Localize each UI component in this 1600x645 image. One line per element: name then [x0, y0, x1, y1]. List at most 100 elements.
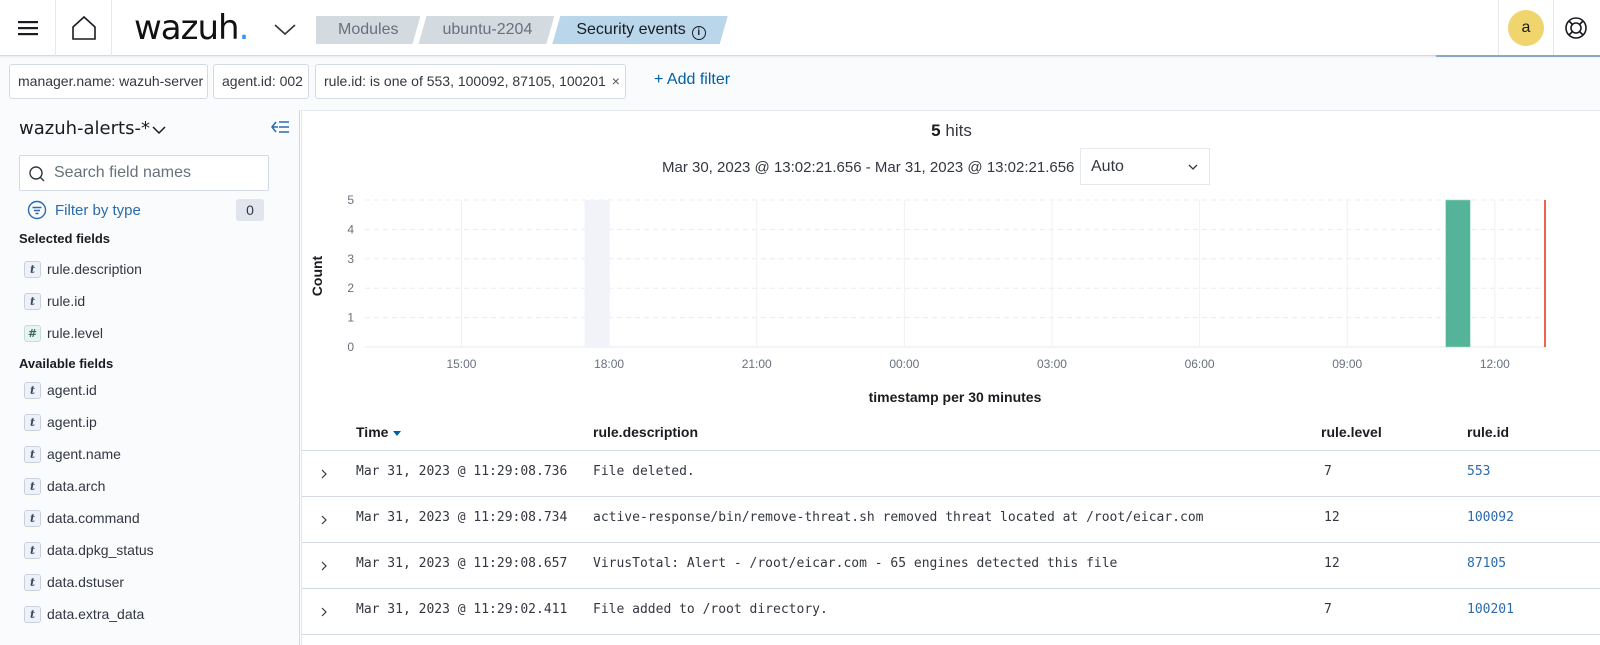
lifebuoy-icon[interactable] — [1562, 14, 1590, 42]
field-item[interactable]: t rule.description — [24, 259, 142, 279]
breadcrumb-label: Modules — [338, 21, 399, 38]
hamburger-icon — [17, 21, 38, 36]
info-icon[interactable]: i — [692, 26, 706, 40]
chevron-right-icon[interactable] — [318, 559, 330, 573]
chevron-right-icon[interactable] — [318, 513, 330, 527]
filter-pill-rule-id[interactable]: rule.id: is one of 553, 100092, 87105, 1… — [315, 64, 626, 99]
histogram-chart: 0 1 2 3 4 5 15:00 18:00 21:00 00:00 03:00 06:00 09:… — [309, 193, 1546, 405]
chevron-down-icon[interactable] — [151, 122, 167, 138]
collapse-sidebar-icon[interactable] — [270, 118, 290, 136]
chevron-right-icon[interactable] — [318, 467, 330, 481]
rule-id-link[interactable]: 553 — [1467, 464, 1490, 479]
interval-value: Auto — [1091, 158, 1124, 175]
filter-icon — [27, 200, 47, 220]
level-cell: 7 — [1324, 464, 1332, 479]
home-button[interactable] — [56, 0, 112, 56]
logo-text: wazuh — [134, 8, 240, 48]
index-pattern-selector[interactable]: wazuh-alerts-* — [19, 118, 150, 139]
filter-by-type-button[interactable]: Filter by type — [27, 198, 141, 222]
search-icon — [29, 166, 45, 182]
close-icon[interactable]: × — [612, 73, 620, 89]
x-tick-label: 00:00 — [889, 357, 919, 371]
filter-pill-label: agent.id: 002 — [222, 73, 303, 89]
y-tick-label: 3 — [347, 252, 354, 266]
x-tick-label: 15:00 — [446, 357, 476, 371]
add-filter-button[interactable]: + Add filter — [654, 71, 730, 89]
available-fields-title: Available fields — [19, 356, 114, 371]
field-item[interactable]: # rule.level — [24, 323, 103, 343]
hover-band — [584, 200, 610, 347]
field-item[interactable]: t data.extra_data — [24, 604, 144, 624]
rule-id-link[interactable]: 100201 — [1467, 602, 1514, 617]
field-name: agent.name — [47, 446, 121, 462]
wazuh-logo[interactable]: wazuh. — [134, 8, 249, 48]
time-cell: Mar 31, 2023 @ 11:29:02.411 — [356, 602, 568, 617]
string-type-icon: t — [24, 541, 41, 559]
level-cell: 12 — [1324, 556, 1340, 571]
search-field-names — [19, 155, 269, 191]
field-item[interactable]: t agent.ip — [24, 412, 97, 432]
rule-id-link[interactable]: 100092 — [1467, 510, 1514, 525]
filter-pill-agent-id[interactable]: agent.id: 002 — [213, 64, 309, 99]
field-item[interactable]: t data.command — [24, 508, 140, 528]
field-item[interactable]: t data.dpkg_status — [24, 540, 154, 560]
avatar[interactable]: a — [1508, 10, 1544, 46]
breadcrumb-modules[interactable]: Modules — [316, 16, 420, 44]
filter-pill-manager-name[interactable]: manager.name: wazuh-server — [9, 64, 208, 99]
breadcrumb-agent[interactable]: ubuntu-2204 — [418, 16, 554, 44]
x-tick-label: 21:00 — [742, 357, 772, 371]
y-axis-label: Count — [309, 255, 325, 296]
chevron-down-icon — [1188, 164, 1198, 170]
field-name: rule.description — [47, 261, 142, 277]
description-cell: VirusTotal: Alert - /root/eicar.com - 65… — [593, 556, 1118, 571]
hits-label: hits — [940, 121, 972, 140]
filter-pill-label: manager.name: wazuh-server — [18, 73, 204, 89]
field-name: agent.ip — [47, 414, 97, 430]
x-tick-label: 03:00 — [1037, 357, 1067, 371]
column-header-rule-level[interactable]: rule.level — [1321, 424, 1382, 440]
time-range: Mar 30, 2023 @ 13:02:21.656 - Mar 31, 20… — [662, 159, 1075, 176]
breadcrumb-security-events[interactable]: Security events i — [552, 16, 727, 44]
hits-number: 5 — [931, 121, 941, 140]
field-item[interactable]: t agent.name — [24, 444, 121, 464]
table-row: Mar 31, 2023 @ 11:29:02.411 File added t… — [302, 589, 1600, 635]
field-name: rule.id — [47, 293, 86, 309]
field-name: data.dstuser — [47, 574, 125, 590]
field-item[interactable]: t data.dstuser — [24, 572, 124, 592]
time-cell: Mar 31, 2023 @ 11:29:08.734 — [356, 510, 568, 525]
field-item[interactable]: t agent.id — [24, 380, 97, 400]
number-type-icon: # — [24, 324, 41, 342]
interval-select[interactable]: Auto — [1080, 148, 1210, 185]
breadcrumb-label: ubuntu-2204 — [442, 21, 533, 38]
table-row: Mar 31, 2023 @ 11:29:08.657 VirusTotal: … — [302, 543, 1600, 589]
field-item[interactable]: t data.arch — [24, 476, 105, 496]
column-header-rule-description[interactable]: rule.description — [593, 424, 698, 440]
time-cell: Mar 31, 2023 @ 11:29:08.736 — [356, 464, 568, 479]
column-header-time[interactable]: Time — [356, 424, 402, 440]
field-item[interactable]: t rule.id — [24, 291, 85, 311]
user-menu: a — [1498, 0, 1554, 56]
time-cell: Mar 31, 2023 @ 11:29:08.657 — [356, 556, 568, 571]
y-tick-label: 5 — [347, 193, 354, 207]
x-tick-label: 18:00 — [594, 357, 624, 371]
menu-button[interactable] — [0, 0, 56, 56]
column-header-rule-id[interactable]: rule.id — [1467, 424, 1509, 440]
chevron-right-icon[interactable] — [318, 605, 330, 619]
search-input[interactable] — [54, 156, 264, 190]
x-tick-label: 09:00 — [1332, 357, 1362, 371]
documents-table: Time rule.description rule.level rule.id… — [302, 416, 1600, 635]
field-name: agent.id — [47, 382, 97, 398]
chevron-down-icon[interactable] — [272, 16, 298, 42]
field-name: rule.level — [47, 325, 104, 341]
field-sidebar: wazuh-alerts-* Filter by type 0 Selected… — [0, 110, 300, 645]
breadcrumb: Modules ubuntu-2204 Security events i — [316, 16, 726, 44]
description-cell: File deleted. — [593, 464, 695, 479]
rule-id-link[interactable]: 87105 — [1467, 556, 1506, 571]
column-label: Time — [356, 424, 389, 440]
field-name: data.dpkg_status — [47, 542, 154, 558]
string-type-icon: t — [24, 292, 41, 310]
hits-count: 5 hits — [302, 121, 1600, 141]
description-cell: active-response/bin/remove-threat.sh rem… — [593, 510, 1204, 525]
filter-count-badge: 0 — [236, 199, 264, 221]
sort-down-icon — [393, 431, 402, 436]
